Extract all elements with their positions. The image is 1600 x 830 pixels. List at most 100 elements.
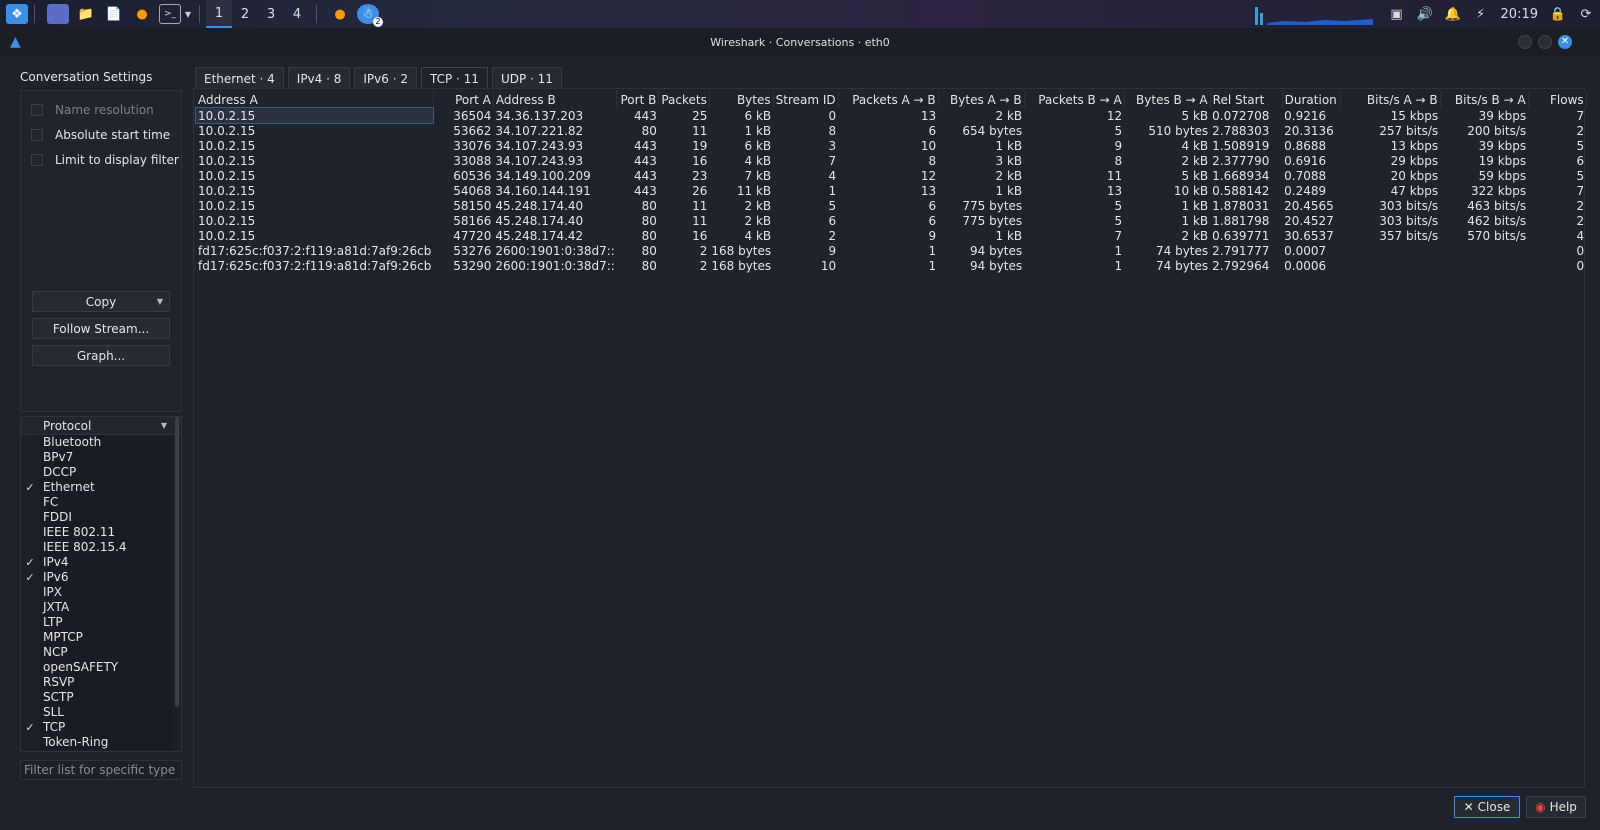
column-header[interactable]: Bytes [709,91,774,108]
desktop-icon[interactable] [47,4,69,24]
chevron-down-icon[interactable]: ▼ [183,4,193,24]
workspace-button[interactable]: 3 [258,0,284,28]
graph-button[interactable]: Graph... [32,345,170,366]
conversation-tab[interactable]: IPv6 · 2 [354,67,417,89]
protocol-column-header[interactable]: Protocol ▼ [21,417,181,435]
protocol-item[interactable]: NCP [21,645,181,660]
column-header[interactable]: Bits/s B → A [1440,91,1529,108]
protocol-item[interactable]: openSAFETY [21,660,181,675]
protocol-item[interactable]: DCCP [21,465,181,480]
wireshark-task-icon[interactable]: ☃ 2 [357,4,383,27]
lock-icon[interactable]: 🔒 [1548,4,1568,24]
table-cell: 5 [1576,138,1585,153]
close-button[interactable]: ✕ Close [1454,796,1520,818]
checkbox[interactable] [31,128,43,141]
table-cell: 463 bits/s [1467,198,1527,213]
firefox-task-icon[interactable]: ● [329,4,351,24]
battery-icon[interactable]: ⚡ [1471,4,1491,24]
protocol-item[interactable]: FC [21,495,181,510]
protocol-item[interactable]: IPX [21,585,181,600]
network-monitor-graph[interactable] [1245,3,1375,25]
conversation-tab[interactable]: TCP · 11 [420,67,488,89]
check-icon[interactable]: ✓ [21,571,39,584]
workspace-button[interactable]: 1 [206,0,232,28]
firefox-icon[interactable]: ● [131,4,153,24]
protocol-item[interactable]: IEEE 802.15.4 [21,540,181,555]
protocol-item[interactable]: Token-Ring [21,735,181,750]
protocol-item[interactable]: FDDI [21,510,181,525]
column-header[interactable]: Rel Start [1210,91,1283,108]
column-header[interactable]: Port B [616,91,660,108]
conversation-tab[interactable]: IPv4 · 8 [287,67,351,89]
column-header[interactable]: Duration [1282,91,1341,108]
protocol-item[interactable]: ✓ IPv4 [21,555,181,570]
table-row[interactable]: 10.0.2.15 33088 34.107.243.93 443 16 4 kB 7 8 3 … [196,153,1586,168]
settings-option[interactable]: Absolute start time [21,122,181,147]
table-cell: 5 kB [1181,108,1209,123]
protocol-filter-input[interactable]: Filter list for specific type [20,760,182,780]
table-row[interactable]: 10.0.2.15 47720 45.248.174.42 80 16 4 kB 2 9 1 k… [196,228,1586,243]
column-header[interactable]: Stream ID [773,91,839,108]
protocol-item[interactable]: SLL [21,705,181,720]
column-header[interactable]: Packets B → A [1024,91,1125,108]
table-row[interactable]: 10.0.2.15 60536 34.149.100.209 443 23 7 kB 4 12… [196,168,1586,183]
column-header[interactable]: Packets [658,91,710,108]
workspace-button[interactable]: 4 [284,0,310,28]
protocol-item[interactable]: ✓ TCP [21,720,181,735]
conversation-tab[interactable]: UDP · 11 [491,67,562,89]
table-row[interactable]: fd17:625c:f037:2:f119:a81d:7af9:26cb 5327… [196,243,1586,258]
column-header[interactable]: Packets A → B [838,91,939,108]
protocol-scrollbar[interactable] [175,417,179,707]
protocol-item[interactable]: IEEE 802.11 [21,525,181,540]
workspace-button[interactable]: 2 [232,0,258,28]
protocol-item[interactable]: Bluetooth [21,435,181,450]
column-header[interactable]: Bytes A → B [938,91,1025,108]
column-header[interactable]: Address B [493,91,618,108]
table-row[interactable]: 10.0.2.15 58166 45.248.174.40 80 11 2 kB 6 6 775… [196,213,1586,228]
table-row[interactable]: 10.0.2.15 33076 34.107.243.93 443 19 6 kB 3 10 1… [196,138,1586,153]
table-cell: 45.248.174.40 [495,213,584,228]
protocol-item[interactable]: SCTP [21,690,181,705]
protocol-item[interactable]: RSVP [21,675,181,690]
table-row[interactable]: 10.0.2.15 54068 34.160.144.191 443 26 11 kB 1 1… [196,183,1586,198]
settings-option[interactable]: Limit to display filter [21,147,181,172]
help-button[interactable]: ◉ Help [1526,796,1586,818]
protocol-item[interactable]: JXTA [21,600,181,615]
table-row[interactable]: fd17:625c:f037:2:f119:a81d:7af9:26cb 5329… [196,258,1586,273]
column-header[interactable]: Flows [1528,91,1587,108]
column-header[interactable]: Port A [433,91,494,108]
table-cell: 5 [1114,198,1123,213]
kali-menu-icon[interactable]: ❖ [6,4,28,24]
volume-icon[interactable]: 🔊 [1415,4,1435,24]
power-icon[interactable]: ⟳ [1576,4,1596,24]
close-window-button[interactable]: ✕ [1558,35,1572,49]
protocol-item[interactable]: ✓ IPv6 [21,570,181,585]
checkbox[interactable] [31,153,43,166]
protocol-item[interactable]: MPTCP [21,630,181,645]
protocol-item[interactable]: BPv7 [21,450,181,465]
maximize-button[interactable] [1538,35,1552,49]
check-icon[interactable]: ✓ [21,481,39,494]
clock[interactable]: 20:19 [1501,7,1538,22]
column-header[interactable]: Bits/s A → B [1340,91,1441,108]
table-row[interactable]: 10.0.2.15 53662 34.107.221.82 80 11 1 kB 8 6 654… [196,123,1586,138]
protocol-item[interactable]: LTP [21,615,181,630]
text-editor-icon[interactable]: 📄 [103,4,125,24]
file-manager-icon[interactable]: 📁 [75,4,97,24]
column-header[interactable]: Address A [196,91,434,108]
notification-bell-icon[interactable]: 🔔 [1443,4,1463,24]
copy-button[interactable]: Copy ▼ [32,291,170,312]
check-icon[interactable]: ✓ [21,721,39,734]
protocol-item[interactable]: ✓ Ethernet [21,480,181,495]
table-row[interactable]: 10.0.2.15 58150 45.248.174.40 80 11 2 kB 5 6 775… [196,198,1586,213]
table-row[interactable]: 10.0.2.15 36504 34.36.137.203 443 25 6 kB 0 13 2… [194,107,1586,124]
follow-stream-button[interactable]: Follow Stream... [32,318,170,339]
window-titlebar[interactable]: ▲ Wireshark · Conversations · eth0 ✕ [0,28,1600,56]
check-icon[interactable]: ✓ [21,556,39,569]
minimize-button[interactable] [1518,35,1532,49]
protocol-list[interactable]: Protocol ▼ Bluetooth BPv7 DCCP ✓ Ethernet FC F… [20,416,182,752]
column-header[interactable]: Bytes B → A [1124,91,1211,108]
terminal-icon[interactable]: >_ [159,4,181,24]
conversation-tab[interactable]: Ethernet · 4 [195,67,284,89]
display-icon[interactable]: ▣ [1387,4,1407,24]
